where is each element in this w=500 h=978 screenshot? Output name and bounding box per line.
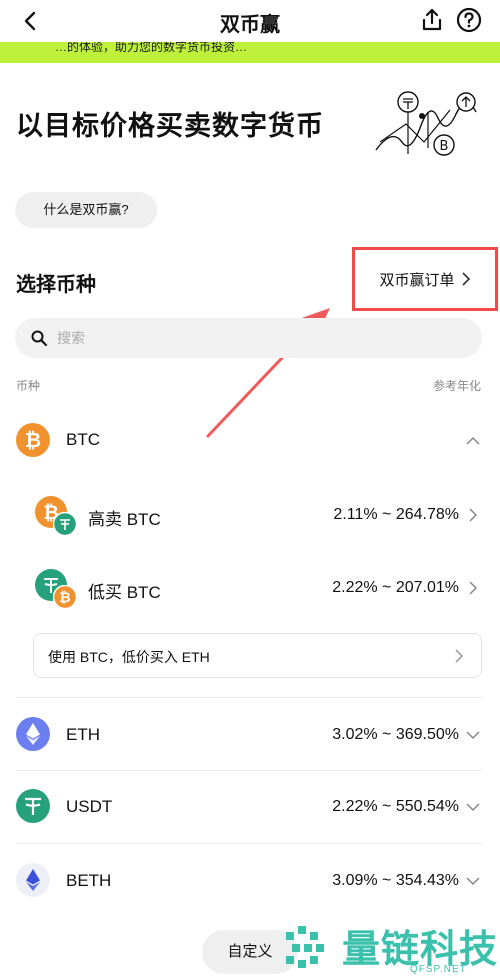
chevron-down-icon xyxy=(466,731,480,740)
product-name: 低买 BTC xyxy=(88,583,161,602)
search-icon xyxy=(31,330,48,347)
buy-low-btc-row[interactable]: ₿ 低买 BTC 2.22% ~ 207.01% xyxy=(0,566,500,610)
coin-name: BTC xyxy=(66,430,100,449)
share-icon[interactable] xyxy=(418,6,446,34)
coin-row-usdt[interactable]: USDT 2.22% ~ 550.54% xyxy=(0,787,500,827)
chevron-right-icon xyxy=(461,272,470,286)
coin-row-eth[interactable]: ETH 3.02% ~ 369.50% xyxy=(0,715,500,755)
banner-text: …的体验，助力您的数字货币投资… xyxy=(55,42,248,54)
orders-link-label: 双币赢订单 xyxy=(379,271,455,289)
hero-illustration: B xyxy=(375,91,477,156)
btc-icon: ₿ xyxy=(16,423,50,457)
coin-name: BETH xyxy=(66,871,112,890)
watermark-logo-icon xyxy=(286,926,324,968)
watermark-sub: QFSP.NET xyxy=(410,964,467,975)
watermark: 量链科技 QFSP.NET xyxy=(280,916,500,978)
search-bar[interactable] xyxy=(15,318,482,358)
search-input[interactable] xyxy=(57,326,457,350)
chevron-down-icon xyxy=(466,803,480,812)
hero-title: 以目标价格买卖数字货币 xyxy=(16,111,324,141)
chevron-right-icon xyxy=(455,649,464,663)
divider xyxy=(16,770,482,771)
notice-banner[interactable]: …的体验，助力您的数字货币投资… xyxy=(0,42,500,63)
apy-range: 3.02% ~ 369.50% xyxy=(332,726,459,743)
divider xyxy=(16,697,482,698)
coin-name: USDT xyxy=(66,797,113,816)
sell-high-btc-row[interactable]: ₿ 高卖 BTC 2.11% ~ 264.78% xyxy=(0,493,500,537)
dual-orders-link[interactable]: 双币赢订单 xyxy=(352,247,498,311)
nav-bar: 双币赢 xyxy=(0,0,500,42)
help-icon[interactable] xyxy=(455,6,483,34)
apy-range: 2.11% ~ 264.78% xyxy=(333,506,459,523)
btc-usdt-pair-icon: ₿ xyxy=(35,496,79,536)
chevron-down-icon xyxy=(466,877,480,886)
column-header-coin: 币种 xyxy=(16,379,41,393)
svg-text:₿: ₿ xyxy=(59,590,70,606)
coin-row-btc[interactable]: ₿ BTC xyxy=(0,420,500,460)
what-is-dual-button[interactable]: 什么是双币赢? xyxy=(15,192,157,228)
usdt-icon xyxy=(16,789,50,823)
chevron-right-icon xyxy=(469,508,478,522)
chevron-up-icon[interactable] xyxy=(466,434,480,448)
coin-name: ETH xyxy=(66,725,100,744)
apy-range: 2.22% ~ 550.54% xyxy=(332,798,459,815)
svg-text:B: B xyxy=(440,139,449,154)
divider xyxy=(16,843,482,844)
product-name: 高卖 BTC xyxy=(88,510,161,529)
swap-btc-eth-card[interactable]: 使用 BTC，低价买入 ETH xyxy=(33,633,482,678)
apy-range: 3.09% ~ 354.43% xyxy=(332,872,459,889)
svg-text:₿: ₿ xyxy=(25,428,41,452)
apy-range: 2.22% ~ 207.01% xyxy=(332,579,459,596)
column-header-apy: 参考年化 xyxy=(432,379,481,393)
usdt-btc-pair-icon: ₿ xyxy=(35,569,79,609)
eth-icon xyxy=(16,717,50,751)
chevron-right-icon xyxy=(469,581,478,595)
beth-icon xyxy=(16,863,50,897)
coin-row-beth[interactable]: BETH 3.09% ~ 354.43% xyxy=(0,861,500,901)
section-title: 选择币种 xyxy=(16,274,96,296)
swap-label: 使用 BTC，低价买入 ETH xyxy=(48,649,210,665)
